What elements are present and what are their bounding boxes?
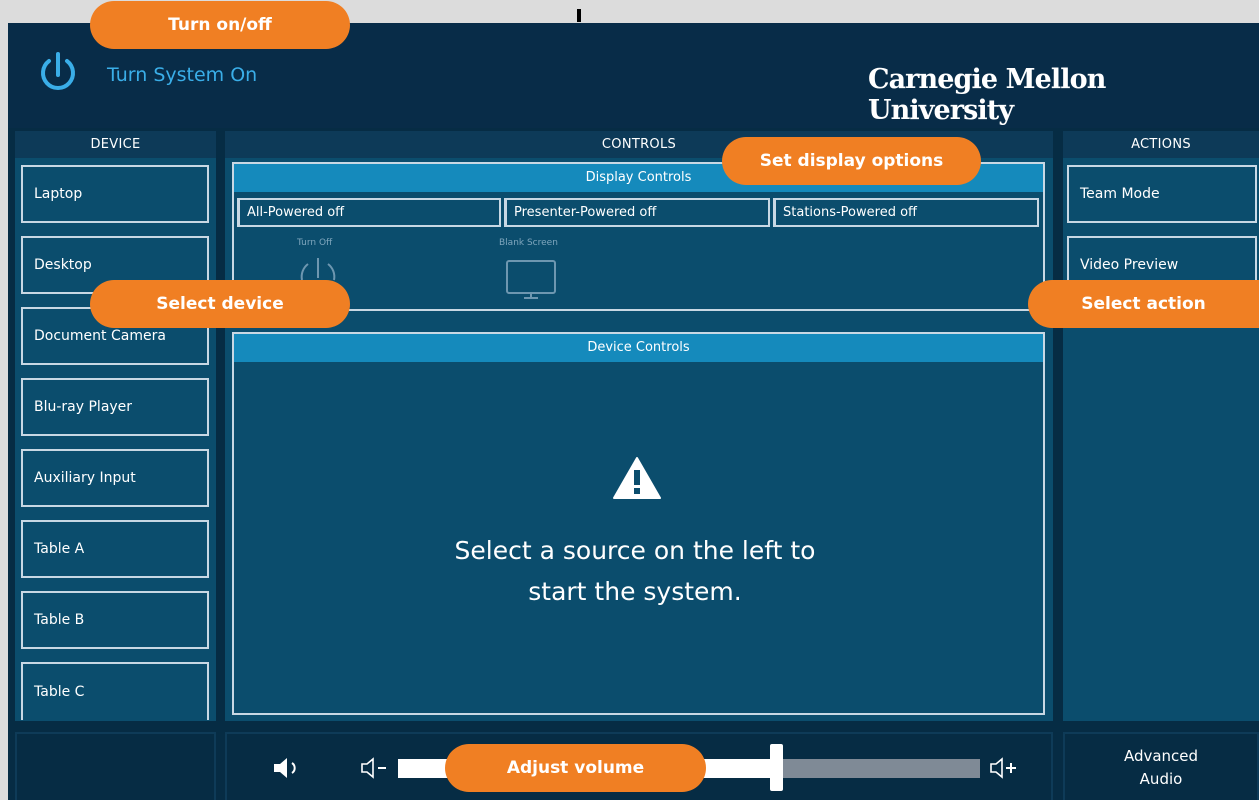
device-button-table-c[interactable]: Table C	[21, 662, 209, 720]
power-label[interactable]: Turn System On	[107, 64, 257, 86]
callout-set-display-options: Set display options	[722, 137, 981, 185]
message-line-2: start the system.	[528, 577, 742, 606]
callout-select-device: Select device	[90, 280, 350, 328]
device-button-table-b[interactable]: Table B	[21, 591, 209, 649]
speaker-icon	[274, 758, 296, 778]
volume-up-button[interactable]	[988, 756, 1022, 780]
advanced-audio-label: Advanced Audio	[1063, 745, 1259, 791]
turn-off-caption: Turn Off	[297, 238, 333, 248]
advanced-audio-line-2: Audio	[1139, 770, 1183, 788]
warning-icon	[612, 455, 662, 505]
volume-slider-handle[interactable]	[770, 744, 783, 791]
device-button-table-a[interactable]: Table A	[21, 520, 209, 578]
callout-adjust-volume: Adjust volume	[445, 744, 706, 792]
device-controls-header: Device Controls	[234, 334, 1043, 362]
device-column-header: DEVICE	[15, 131, 216, 158]
volume-up-icon	[990, 757, 1016, 779]
display-state-presenter: Presenter-Powered off	[504, 198, 770, 227]
device-button-laptop[interactable]: Laptop	[21, 165, 209, 223]
callout-select-action: Select action	[1028, 280, 1259, 328]
select-source-message: Select a source on the left to start the…	[395, 530, 875, 612]
monitor-icon	[506, 260, 556, 299]
actions-column-header: ACTIONS	[1063, 131, 1259, 158]
callout-turn-on-off: Turn on/off	[90, 1, 350, 49]
power-icon	[41, 52, 75, 90]
action-button-team-mode[interactable]: Team Mode	[1067, 165, 1257, 223]
bottom-left-panel	[15, 732, 216, 800]
brand-logo: Carnegie Mellon University	[868, 64, 1106, 126]
advanced-audio-line-1: Advanced	[1123, 747, 1199, 765]
top-indicator-mark	[577, 9, 581, 22]
device-controls-panel: Device Controls	[232, 332, 1045, 715]
blank-screen-button[interactable]	[504, 258, 558, 302]
display-state-all: All-Powered off	[237, 198, 501, 227]
device-button-bluray-player[interactable]: Blu-ray Player	[21, 378, 209, 436]
message-line-1: Select a source on the left to	[454, 536, 816, 565]
blank-screen-caption: Blank Screen	[499, 238, 558, 248]
system-power-button[interactable]	[38, 42, 78, 98]
mute-button[interactable]	[271, 755, 307, 781]
volume-down-button[interactable]	[359, 756, 393, 780]
display-state-stations: Stations-Powered off	[773, 198, 1039, 227]
device-button-auxiliary-input[interactable]: Auxiliary Input	[21, 449, 209, 507]
volume-down-icon	[361, 757, 386, 779]
